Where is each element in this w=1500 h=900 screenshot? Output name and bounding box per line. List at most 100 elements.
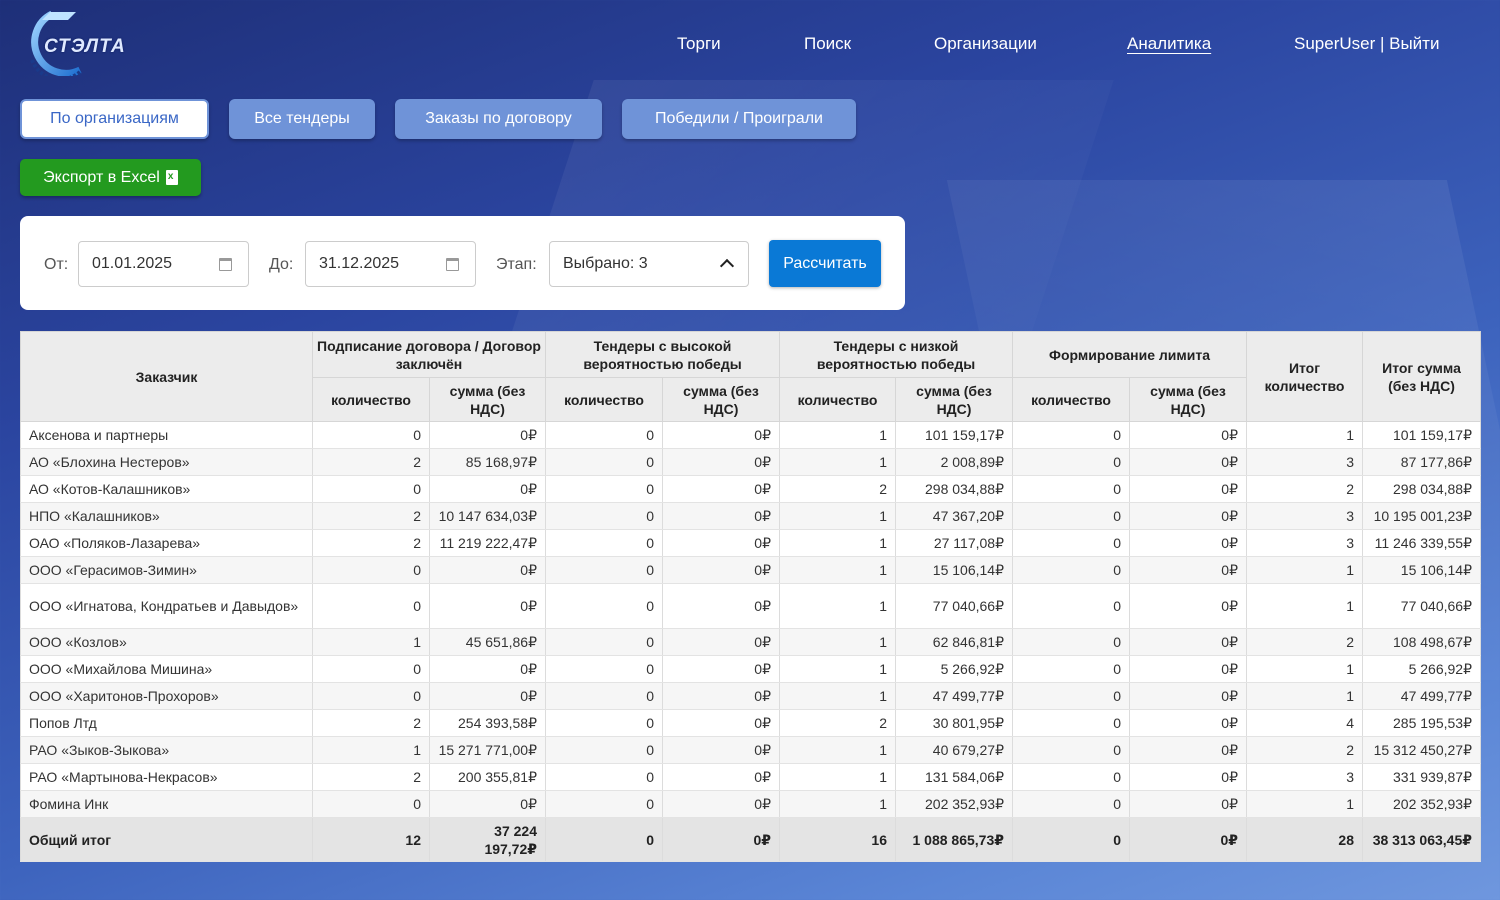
calendar-icon[interactable] [219,258,232,271]
value-cell: 11 246 339,55₽ [1362,529,1481,557]
value-cell: 5 266,92₽ [895,655,1013,683]
value-cell: 1 [779,736,896,764]
customer-cell: АО «Котов-Калашников» [20,475,313,503]
value-cell: 0₽ [1129,556,1247,584]
col-sum[interactable]: сумма (без НДС) [662,377,780,422]
value-cell: 1 [1246,655,1363,683]
table-row[interactable]: Фомина Инк 0 0₽ 0 0₽ 1 202 352,93₽ 0 0₽ 1 202 352,… [20,790,1481,818]
table-row[interactable]: ООО «Игнатова, Кондратьев и Давыдов» 0 0₽ 0… [20,583,1481,629]
value-cell: 0₽ [1129,583,1247,629]
nav-tenders[interactable]: Торги [677,34,721,54]
col-total-count[interactable]: Итог количество [1246,331,1363,422]
value-cell: 298 034,88₽ [895,475,1013,503]
value-cell: 101 159,17₽ [1362,421,1481,449]
nav-organizations[interactable]: Организации [934,34,1037,54]
value-cell: 0₽ [1129,709,1247,737]
value-cell: 0 [1012,556,1130,584]
table-row[interactable]: АО «Блохина Нестеров» 2 85 168,97₽ 0 0₽ 1 2 00… [20,448,1481,476]
value-cell: 1 [1246,421,1363,449]
value-cell: 2 [1246,628,1363,656]
value-cell: 0₽ [662,583,780,629]
customer-cell: РАО «Мартынова-Некрасов» [20,763,313,791]
col-count[interactable]: количество [1012,377,1130,422]
from-date-input[interactable]: 01.01.2025 [78,241,249,287]
chevron-up-icon[interactable] [719,258,735,274]
value-cell: 0 [545,502,663,530]
col-total-sum[interactable]: Итог сумма (без НДС) [1362,331,1481,422]
table-row[interactable]: Попов Лтд 2 254 393,58₽ 0 0₽ 2 30 801,95₽ 0 0₽ 4 2… [20,709,1481,737]
value-cell: 0 [545,709,663,737]
value-cell: 0 [545,682,663,710]
value-cell: 0 [545,556,663,584]
value-cell: 108 498,67₽ [1362,628,1481,656]
col-sum[interactable]: сумма (без НДС) [895,377,1013,422]
export-excel-button[interactable]: Экспорт в Excel [20,159,201,196]
nav-user-logout[interactable]: SuperUser | Выйти [1294,34,1439,54]
group-header-limit: Формирование лимита [1012,331,1247,378]
col-count[interactable]: количество [779,377,896,422]
tab-all-tenders[interactable]: Все тендеры [229,99,375,139]
table-row[interactable]: РАО «Мартынова-Некрасов» 2 200 355,81₽ 0 0₽ 1… [20,763,1481,791]
value-cell: 3 [1246,763,1363,791]
col-count[interactable]: количество [312,377,430,422]
table-row[interactable]: ООО «Михайлова Мишина» 0 0₽ 0 0₽ 1 5 266,92₽ 0 0… [20,655,1481,683]
table-row[interactable]: ОАО «Поляков-Лазарева» 2 11 219 222,47₽ 0 0₽… [20,529,1481,557]
nav-analytics[interactable]: Аналитика [1127,34,1211,54]
to-date-input[interactable]: 31.12.2025 [305,241,476,287]
nav-search[interactable]: Поиск [804,34,851,54]
group-header-high-probability: Тендеры с высокой вероятностью победы [545,331,780,378]
to-date-value: 31.12.2025 [319,255,400,272]
calculate-button[interactable]: Рассчитать [769,240,881,287]
value-cell: 15 271 771,00₽ [429,736,546,764]
value-cell: 0 [545,655,663,683]
group-header-low-probability: Тендеры с низкой вероятностью победы [779,331,1013,378]
table-row[interactable]: ООО «Харитонов-Прохоров» 0 0₽ 0 0₽ 1 47 499,77… [20,682,1481,710]
excel-file-icon [165,170,178,185]
value-cell: 0 [545,421,663,449]
table-row[interactable]: Аксенова и партнеры 0 0₽ 0 0₽ 1 101 159,17₽ 0 0₽… [20,421,1481,449]
value-cell: 0₽ [662,421,780,449]
table-row[interactable]: ООО «Герасимов-Зимин» 0 0₽ 0 0₽ 1 15 106,14₽ 0 0… [20,556,1481,584]
value-cell: 1 [1246,790,1363,818]
table-row[interactable]: ООО «Козлов» 1 45 651,86₽ 0 0₽ 1 62 846,81₽ 0 0₽… [20,628,1481,656]
table-row[interactable]: АО «Котов-Калашников» 0 0₽ 0 0₽ 2 298 034,88₽ 0… [20,475,1481,503]
value-cell: 5 266,92₽ [1362,655,1481,683]
value-cell: 2 [312,448,430,476]
filter-panel: От: 01.01.2025 До: 31.12.2025 Этап: Выбр… [20,216,905,310]
stage-select[interactable]: Выбрано: 3 [549,241,749,287]
customer-cell: Фомина Инк [20,790,313,818]
value-cell: 10 147 634,03₽ [429,502,546,530]
analytics-table: Заказчик Подписание договора / Договор з… [20,331,1481,862]
value-cell: 0₽ [1129,682,1247,710]
col-count[interactable]: количество [545,377,663,422]
value-cell: 0₽ [429,655,546,683]
total-value-cell: 0 [1012,817,1130,862]
table-row[interactable]: РАО «Зыков-Зыкова» 1 15 271 771,00₽ 0 0₽ 1 40 … [20,736,1481,764]
value-cell: 0₽ [662,475,780,503]
value-cell: 101 159,17₽ [895,421,1013,449]
tab-by-organizations[interactable]: По организациям [20,99,209,139]
col-sum[interactable]: сумма (без НДС) [1129,377,1247,422]
value-cell: 15 312 450,27₽ [1362,736,1481,764]
value-cell: 0₽ [662,556,780,584]
calendar-icon[interactable] [446,258,459,271]
total-value-cell: 1 088 865,73₽ [895,817,1013,862]
tab-contract-orders[interactable]: Заказы по договору [395,99,602,139]
value-cell: 47 367,20₽ [895,502,1013,530]
value-cell: 2 [312,502,430,530]
col-sum[interactable]: сумма (без НДС) [429,377,546,422]
col-customer[interactable]: Заказчик [20,331,313,422]
value-cell: 0 [312,583,430,629]
table-row[interactable]: НПО «Калашников» 2 10 147 634,03₽ 0 0₽ 1 47 36… [20,502,1481,530]
customer-cell: АО «Блохина Нестеров» [20,448,313,476]
tab-won-lost[interactable]: Победили / Проиграли [622,99,856,139]
value-cell: 2 [1246,736,1363,764]
value-cell: 4 [1246,709,1363,737]
value-cell: 0₽ [1129,448,1247,476]
value-cell: 3 [1246,448,1363,476]
customer-cell: ООО «Герасимов-Зимин» [20,556,313,584]
value-cell: 0₽ [429,790,546,818]
value-cell: 1 [1246,556,1363,584]
value-cell: 0 [1012,421,1130,449]
value-cell: 0₽ [429,583,546,629]
